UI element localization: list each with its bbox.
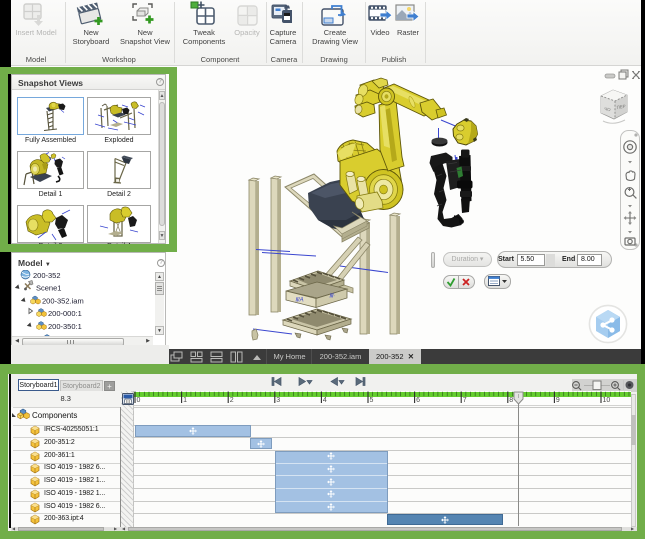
svg-text:Ⅱ/А: Ⅱ/А	[295, 297, 304, 304]
svg-text:200-350:1: 200-350:1	[48, 322, 82, 331]
svg-text:Scene1: Scene1	[36, 284, 61, 293]
svg-text:Ⅲ·: Ⅲ·	[329, 293, 335, 300]
svg-text:200-352.iam: 200-352.iam	[42, 297, 84, 306]
svg-text:200-352: 200-352	[33, 271, 61, 280]
svg-text:200-000:1: 200-000:1	[48, 309, 82, 318]
